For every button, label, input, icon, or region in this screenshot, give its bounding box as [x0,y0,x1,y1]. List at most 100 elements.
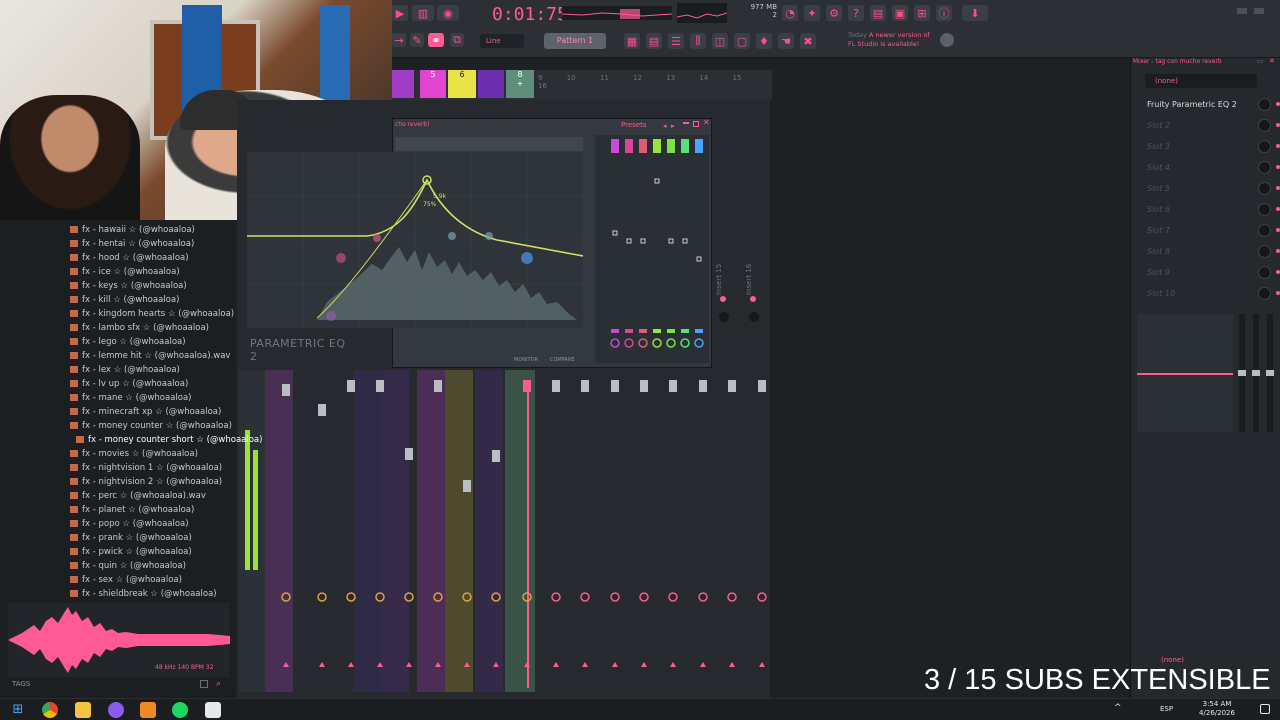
search-icon[interactable]: ⌕ [216,679,226,689]
browser-item[interactable]: fx - shieldbreak ☆ (@whoaaloa) [70,587,217,601]
browser-item[interactable]: fx - lego ☆ (@whoaaloa) [70,335,186,349]
browser-item[interactable]: fx - lambo sfx ☆ (@whoaaloa) [70,321,209,335]
browser-item[interactable]: fx - movies ☆ (@whoaaloa) [70,447,198,461]
channel-fader[interactable] [640,380,648,392]
eq-band-type[interactable] [625,329,633,333]
eq-maximize-icon[interactable] [693,121,699,127]
pan-knob[interactable] [317,592,327,602]
mixer-slot-7[interactable]: Slot 7 [1137,220,1280,241]
eq-close-icon[interactable]: ✕ [703,119,711,127]
route-arrow-icon[interactable] [670,662,676,667]
channel-rack-icon[interactable]: ☰ [668,33,684,49]
plugin-icon[interactable]: ▢ [734,33,750,49]
mixer-slot-9[interactable]: Slot 9 [1137,262,1280,283]
channel-fader[interactable] [434,380,442,392]
help-icon[interactable]: ? [848,5,864,21]
route-arrow-icon[interactable] [759,662,765,667]
mixer-slot-8[interactable]: Slot 8 [1137,241,1280,262]
panel-fader[interactable] [1252,314,1260,432]
channel-fader[interactable] [728,380,736,392]
fl-studio-icon[interactable] [140,702,156,718]
insert-15-knob[interactable] [719,312,729,322]
route-arrow-icon[interactable] [406,662,412,667]
pan-knob[interactable] [668,592,678,602]
eq-band-knob[interactable] [666,338,676,348]
pan-knob[interactable] [639,592,649,602]
route-arrow-icon[interactable] [700,662,706,667]
browser-item-selected[interactable]: fx - money counter short ☆ (@whoaaloa) [76,433,262,447]
mixer-slot-5[interactable]: Slot 5 [1137,178,1280,199]
panel-fader[interactable] [1266,314,1274,432]
record-icon[interactable]: ✦ [804,5,820,21]
panel-fader[interactable] [1238,314,1246,432]
channel-fader[interactable] [463,480,471,492]
mixer-preset-select[interactable]: (none) [1145,74,1257,88]
pan-knob[interactable] [610,592,620,602]
pan-knob[interactable] [698,592,708,602]
eq-band-header[interactable] [653,139,661,153]
eq-frequency-graph[interactable]: 5.9k 75% [247,152,583,328]
route-arrow-icon[interactable] [493,662,499,667]
browser-item[interactable]: fx - mane ☆ (@whoaaloa) [70,391,191,405]
browser-item[interactable]: fx - popo ☆ (@whoaaloa) [70,517,189,531]
save-icon[interactable]: ▣ [892,5,908,21]
play-icon[interactable]: ▶ [392,5,408,21]
route-arrow-icon[interactable] [729,662,735,667]
eq-compare-label[interactable]: COMPARE [550,357,580,363]
channel-fader[interactable] [492,450,500,462]
browser-item[interactable]: fx - lemme hit ☆ (@whoaaloa).wav [70,349,230,363]
route-arrow-icon[interactable] [435,662,441,667]
mixer-slot-3[interactable]: Slot 3 [1137,136,1280,157]
browser-item[interactable]: fx - kingdom hearts ☆ (@whoaaloa) [70,307,234,321]
update-notice[interactable]: Today A newer version of FL Studio is ava… [848,31,948,49]
eq-band-handle[interactable] [668,238,674,244]
tags-label[interactable]: TAGS [12,680,52,688]
eq-band-header[interactable] [681,139,689,153]
eq-band-handle[interactable] [682,238,688,244]
rack-cell[interactable] [478,70,504,98]
update-knob-icon[interactable] [940,33,954,47]
mixer-slot-4[interactable]: Slot 4 [1137,157,1280,178]
eq-presets-button[interactable]: Presets [621,121,661,129]
pan-knob[interactable] [522,592,532,602]
eq-minimize-icon[interactable] [683,122,689,124]
song-mode-icon[interactable]: ▥ [412,5,434,21]
eq-band-header[interactable] [667,139,675,153]
route-arrow-icon[interactable] [641,662,647,667]
new-file-icon[interactable]: ▤ [870,5,886,21]
browser-item[interactable]: fx - hawaii ☆ (@whoaaloa) [70,223,195,237]
notification-icon[interactable] [1260,704,1270,714]
spotify-icon[interactable] [172,702,188,718]
eq-band-handle[interactable] [654,178,660,184]
prev-preset-icon[interactable]: ◂ [663,122,669,130]
loop-icon[interactable]: ⚙ [826,5,842,21]
mixer-view-icon[interactable]: ⫼ [690,33,706,49]
channel-fader[interactable] [552,380,560,392]
eq-band-type[interactable] [611,329,619,333]
browser-item[interactable]: fx - sex ☆ (@whoaaloa) [70,573,182,587]
eq-band-type[interactable] [653,329,661,333]
route-arrow-icon[interactable] [524,662,530,667]
browser-icon[interactable]: ◫ [712,33,728,49]
close-view-icon[interactable]: ✖ [800,33,816,49]
eq-band-handle[interactable] [626,238,632,244]
mixer-icon[interactable]: ⊞ [914,5,930,21]
eq-band-knob[interactable] [694,338,704,348]
pan-knob[interactable] [462,592,472,602]
channel-fader[interactable] [282,384,290,396]
pan-knob[interactable] [551,592,561,602]
eq-band-header[interactable] [611,139,619,153]
chrome-icon[interactable] [42,702,58,718]
browser-item[interactable]: fx - hood ☆ (@whoaaloa) [70,251,189,265]
route-arrow-icon[interactable] [612,662,618,667]
eq-band-type[interactable] [667,329,675,333]
mixer-slot-1[interactable]: Fruity Parametric EQ 2 [1137,94,1280,115]
browser-item[interactable]: fx - ice ☆ (@whoaaloa) [70,265,180,279]
rack-cell[interactable] [392,70,414,98]
rack-cell[interactable]: 5 [420,70,446,98]
pencil-icon[interactable]: ✎ [410,33,424,47]
pan-knob[interactable] [757,592,767,602]
eq-band-header[interactable] [639,139,647,153]
eq-band-type[interactable] [681,329,689,333]
playlist-icon[interactable]: ▦ [624,33,640,49]
